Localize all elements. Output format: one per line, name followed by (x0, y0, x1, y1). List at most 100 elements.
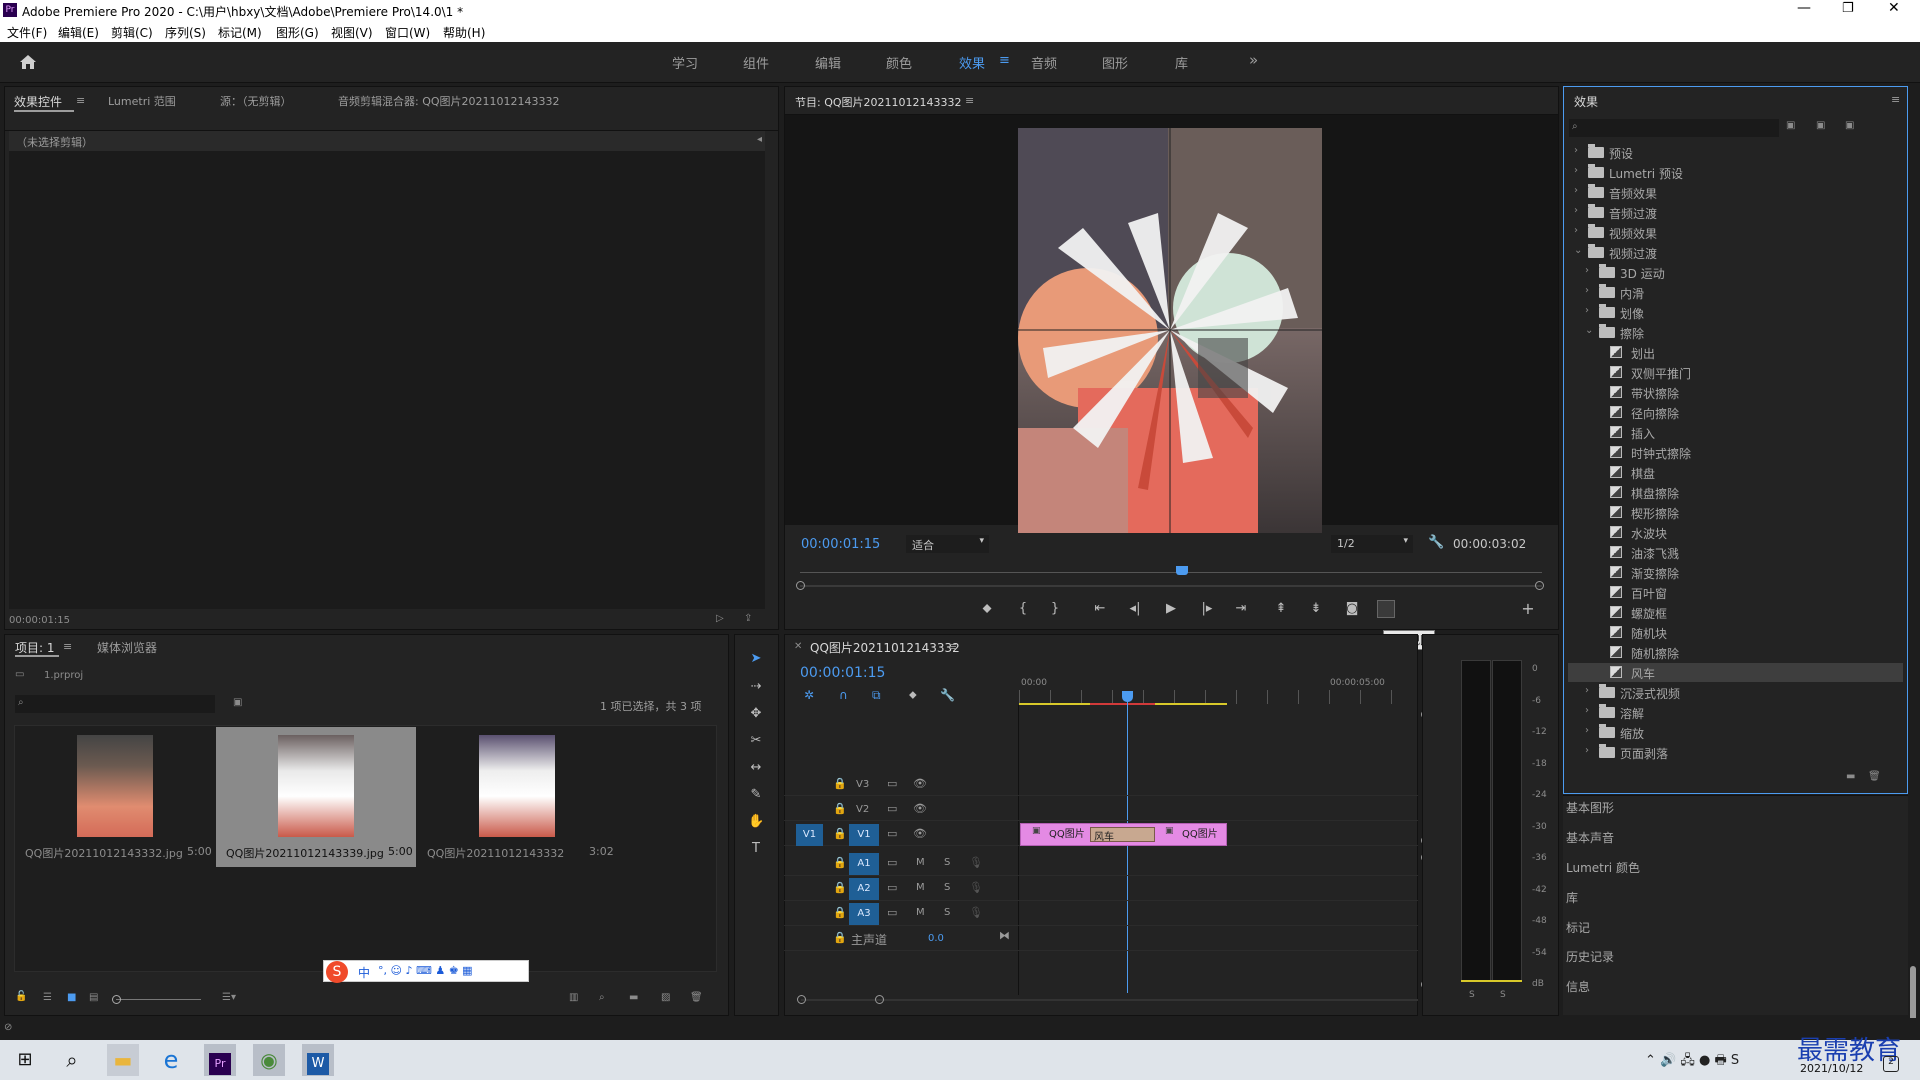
file-explorer-icon[interactable]: ▬ (107, 1044, 139, 1076)
panel-markers[interactable]: 标记 (1566, 919, 1590, 936)
project-item[interactable]: QQ图片20211012143332.jpg 5:00 (15, 727, 215, 867)
effects-search-input[interactable]: ⌕ (1569, 119, 1779, 137)
timeline-menu-icon[interactable]: ≡ (948, 640, 957, 653)
project-search-input[interactable]: ⌕ (15, 695, 215, 713)
workspace-audio[interactable]: 音频 (1031, 53, 1057, 72)
zoom-slider[interactable] (116, 999, 201, 1000)
workspace-learn[interactable]: 学习 (672, 53, 698, 72)
ime-tools-icons[interactable]: °, ☺ ♪ ⌨ ♟ ♚ ▦ (378, 964, 472, 977)
effects-folder[interactable]: ⌄ 视频过渡 (1564, 243, 1899, 262)
lock-icon[interactable]: 🔒 (833, 777, 847, 790)
menu-graphics[interactable]: 图形(G) (276, 24, 319, 41)
effect-item[interactable]: 油漆飞溅 (1564, 543, 1899, 562)
menu-edit[interactable]: 编辑(E) (58, 24, 99, 41)
effect-item[interactable]: 双侧平推门 (1564, 363, 1899, 382)
snap-icon[interactable]: ∩ (839, 688, 848, 702)
lock-icon[interactable]: 🔓 (15, 991, 27, 1002)
find-icon[interactable]: ⌕ (599, 992, 605, 1003)
solo-button[interactable]: S (944, 907, 950, 918)
effects-menu-icon[interactable]: ≡ (1891, 93, 1900, 106)
tab-lumetri-scopes[interactable]: Lumetri 范围 (108, 93, 176, 109)
effects-folder[interactable]: › 沉浸式视频 (1564, 683, 1899, 702)
ime-toolbar[interactable]: S 中 °, ☺ ♪ ⌨ ♟ ♚ ▦ (323, 960, 529, 983)
collapse-icon[interactable]: ◂ (757, 134, 762, 145)
type-tool-icon[interactable]: T (748, 841, 764, 857)
lock-icon[interactable]: 🔒 (833, 881, 847, 894)
new-item-icon[interactable]: ▨ (661, 992, 670, 1003)
sync-lock-icon[interactable]: ▭ (887, 827, 897, 840)
workspace-libraries[interactable]: 库 (1175, 53, 1188, 72)
panel-essential-sound[interactable]: 基本声音 (1566, 829, 1614, 846)
effect-item[interactable]: 径向擦除 (1564, 403, 1899, 422)
menu-sequence[interactable]: 序列(S) (165, 24, 206, 41)
track-label-v2[interactable]: V2 (856, 804, 869, 815)
new-bin-icon[interactable]: ▬ (629, 992, 638, 1003)
tab-media-browser[interactable]: 媒体浏览器 (97, 639, 157, 656)
icon-view-icon[interactable]: ■ (67, 992, 76, 1003)
program-timecode[interactable]: 00:00:01:15 (801, 537, 880, 552)
delete-icon[interactable]: 🗑 (1868, 771, 1881, 782)
new-search-bin-icon[interactable]: ▣ (233, 697, 242, 708)
program-panel-menu-icon[interactable]: ≡ (965, 94, 974, 107)
sync-lock-icon[interactable]: ▭ (887, 777, 897, 790)
eye-icon[interactable]: 👁 (913, 802, 927, 815)
track-target-v1[interactable]: V1 (849, 824, 879, 846)
effect-item[interactable]: 随机块 (1564, 623, 1899, 642)
menu-help[interactable]: 帮助(H) (443, 24, 485, 41)
tray-icons[interactable]: ⌃ 🔊 🖧 ● 🖶 S (1645, 1051, 1739, 1073)
effect-item[interactable]: 划出 (1564, 343, 1899, 362)
eye-icon[interactable]: 👁 (913, 777, 927, 790)
tab-audio-clip-mixer[interactable]: 音频剪辑混合器: QQ图片20211012143332 (338, 93, 560, 109)
track-target-a1[interactable]: A1 (849, 853, 879, 875)
effects-folder[interactable]: › 页面剥落 (1564, 743, 1899, 762)
panel-lumetri-color[interactable]: Lumetri 颜色 (1566, 859, 1640, 876)
effects-folder[interactable]: › 视频效果 (1564, 223, 1899, 242)
workspace-menu-icon[interactable]: ≡ (999, 53, 1010, 68)
go-to-out-icon[interactable]: ⇥ (1233, 601, 1249, 617)
workspace-graphics[interactable]: 图形 (1102, 53, 1128, 72)
workspace-effects[interactable]: 效果 (959, 53, 985, 72)
notification-icon[interactable]: 2 (1883, 1056, 1899, 1072)
effects-folder[interactable]: › 划像 (1564, 303, 1899, 322)
sync-lock-icon[interactable]: ▭ (887, 881, 897, 894)
effects-folder[interactable]: › 内滑 (1564, 283, 1899, 302)
lift-icon[interactable]: ⇞ (1273, 601, 1289, 617)
panel-menu-icon[interactable]: ≡ (76, 94, 85, 107)
automate-to-sequence-icon[interactable]: ▥ (569, 992, 578, 1003)
lock-icon[interactable]: 🔒 (833, 906, 847, 919)
search-icon[interactable]: ⌕ (56, 1044, 88, 1076)
solo-button[interactable]: S (944, 882, 950, 893)
sort-icon[interactable]: ☰▾ (222, 992, 236, 1003)
ripple-edit-tool-icon[interactable]: ✥ (748, 706, 764, 722)
effects-folder[interactable]: › 预设 (1564, 143, 1899, 162)
mute-button[interactable]: M (916, 907, 925, 918)
premiere-taskbar-icon[interactable]: Pr (204, 1044, 236, 1076)
go-to-end-icon[interactable]: ⧓ (999, 929, 1010, 942)
effects-panel-title[interactable]: 效果 (1574, 93, 1598, 110)
program-monitor-title[interactable]: 节目: QQ图片20211012143332 (795, 94, 962, 110)
lock-icon[interactable]: 🔒 (833, 856, 847, 869)
chevron-right-icon[interactable]: › (1585, 725, 1595, 736)
home-icon[interactable] (18, 52, 38, 72)
effects-folder[interactable]: › 音频过渡 (1564, 203, 1899, 222)
hand-tool-icon[interactable]: ✋ (748, 814, 764, 830)
more-workspaces-icon[interactable]: » (1249, 51, 1258, 69)
zoom-slider-handle[interactable] (112, 995, 121, 1004)
timeline-ruler[interactable] (1019, 690, 1418, 704)
horizontal-zoom-handle[interactable] (875, 995, 884, 1004)
effect-item[interactable]: 随机擦除 (1564, 643, 1899, 662)
chevron-right-icon[interactable]: › (1574, 205, 1584, 216)
track-label-v3[interactable]: V3 (856, 779, 869, 790)
solo-left-button[interactable]: S (1469, 990, 1475, 1000)
eye-icon[interactable]: 👁 (913, 827, 927, 840)
fit-dropdown[interactable]: 适合 ▾ (906, 535, 989, 553)
mark-out-icon[interactable]: } (1047, 601, 1063, 617)
effects-folder[interactable]: › 溶解 (1564, 703, 1899, 722)
sync-lock-icon[interactable]: ▭ (887, 802, 897, 815)
chevron-down-icon[interactable]: ⌄ (1574, 245, 1584, 256)
workspace-color[interactable]: 颜色 (886, 53, 912, 72)
add-marker-icon[interactable]: ⬥ (979, 601, 995, 617)
export-frame-icon[interactable]: ▷ (716, 613, 724, 624)
lock-icon[interactable]: 🔒 (833, 931, 847, 944)
effect-item[interactable]: 渐变擦除 (1564, 563, 1899, 582)
